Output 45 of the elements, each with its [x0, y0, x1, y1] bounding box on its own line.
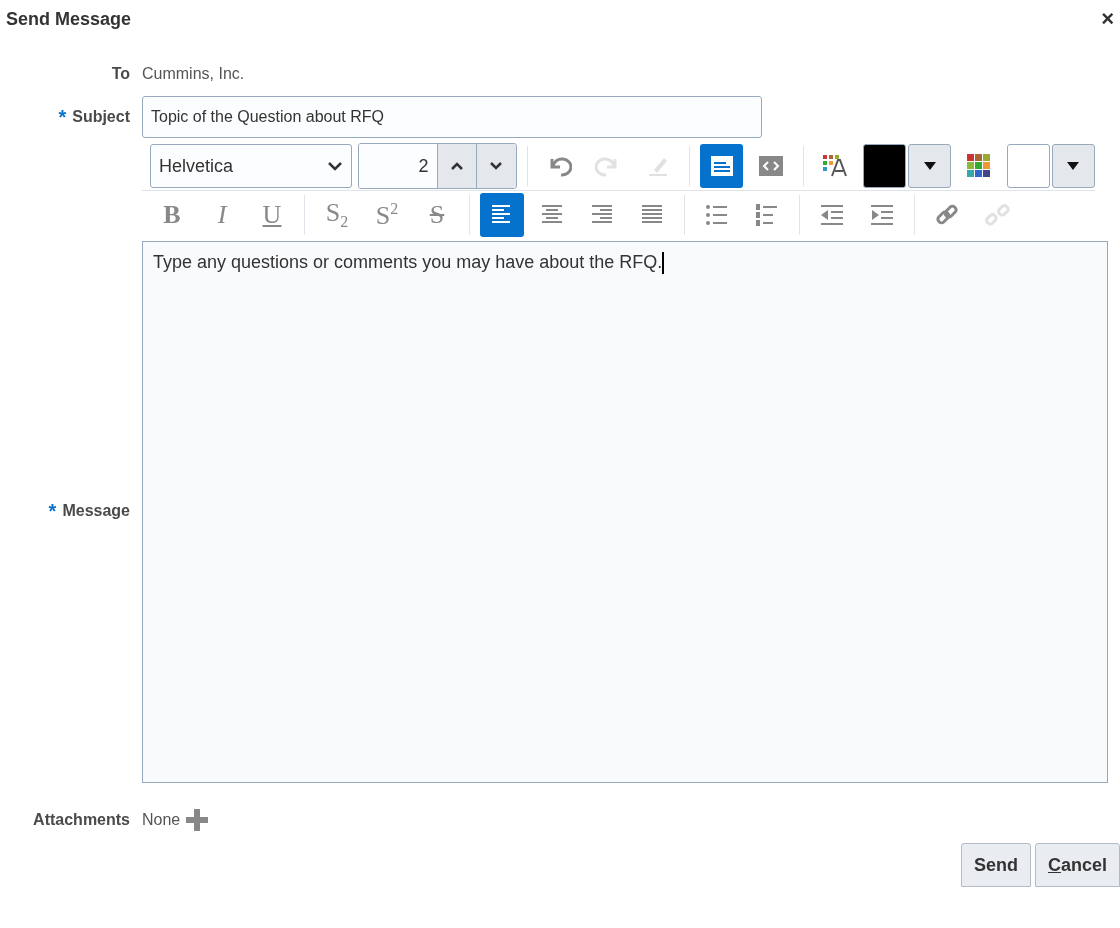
document-icon — [709, 155, 734, 177]
text-color-icon — [822, 154, 849, 178]
color-grid-icon — [966, 154, 991, 178]
recipient-text: Cummins, Inc. — [142, 65, 245, 83]
numbered-list-icon — [755, 203, 779, 227]
code-icon — [758, 155, 785, 177]
format-button[interactable]: S — [415, 193, 459, 237]
format-button[interactable]: U — [250, 193, 294, 237]
format-button[interactable]: I — [200, 193, 244, 237]
caret-icon — [1066, 161, 1081, 171]
color-dropdown-button[interactable] — [1051, 144, 1095, 188]
format-button[interactable]: B — [150, 193, 194, 237]
color-dropdown-button[interactable] — [908, 144, 952, 188]
align-left-button[interactable] — [480, 193, 524, 237]
caret-icon — [922, 161, 937, 171]
message-editor[interactable]: Type any questions or comments you may have about the RFQ. — [142, 241, 1108, 783]
font-select[interactable]: Helvetica — [150, 144, 352, 188]
dialog-button[interactable]: Send — [960, 843, 1031, 887]
dialog-button[interactable]: Cancel — [1034, 843, 1120, 887]
add-icon[interactable] — [186, 809, 209, 831]
font-size-spinner[interactable]: 2 — [357, 143, 517, 189]
document-button[interactable] — [700, 144, 744, 188]
field-label: Attachments — [33, 811, 130, 829]
color-swatch[interactable] — [862, 144, 907, 188]
decrease-button[interactable] — [476, 144, 516, 188]
chevron-down-icon — [326, 161, 343, 171]
attachments-text: None — [142, 810, 181, 830]
indent-icon — [869, 203, 895, 227]
field-label: Subject — [72, 108, 130, 126]
chevron-down-icon — [489, 161, 504, 171]
format-button[interactable]: S$_{2}$ — [315, 193, 359, 237]
increase-button[interactable] — [436, 144, 477, 188]
required-mark: * — [58, 105, 67, 129]
required-mark: * — [48, 499, 57, 523]
field-label: Message — [62, 502, 130, 520]
dialog-title: Send Message — [6, 8, 132, 30]
color-swatch[interactable] — [1006, 144, 1050, 188]
format-button[interactable]: S$^{2}$ — [365, 193, 409, 237]
chevron-up-icon — [449, 161, 464, 171]
close-button[interactable]: × — [1101, 8, 1114, 30]
subject-field[interactable]: Topic of the Question about RFQ — [142, 96, 762, 138]
bulleted-list-icon — [705, 203, 729, 227]
outdent-icon — [819, 203, 845, 227]
broken-link-icon — [984, 202, 1010, 228]
field-label: To — [111, 65, 130, 83]
